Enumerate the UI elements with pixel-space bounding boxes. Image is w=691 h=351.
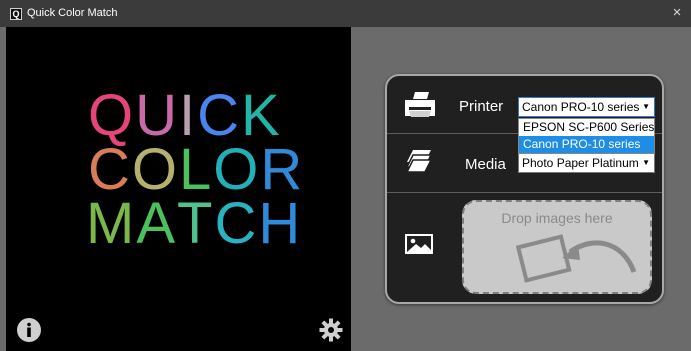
logo-letter: U bbox=[135, 83, 180, 148]
logo-letter: H bbox=[258, 191, 303, 256]
media-label: Media bbox=[465, 156, 506, 173]
logo-letter: I bbox=[179, 83, 198, 148]
logo-letter: T bbox=[177, 191, 215, 256]
chevron-down-icon: ▼ bbox=[642, 158, 650, 167]
photo-drop-icon bbox=[512, 230, 640, 291]
chevron-down-icon: ▼ bbox=[642, 102, 650, 111]
logo-letter: K bbox=[241, 83, 282, 148]
drop-zone-text: Drop images here bbox=[501, 210, 613, 226]
settings-card: Printer Canon PRO-10 series ▼ EPSON SC-P… bbox=[385, 74, 664, 304]
media-select[interactable]: Photo Paper Platinum ▼ bbox=[518, 153, 655, 173]
logo-letter: C bbox=[197, 83, 242, 148]
printer-select-value: Canon PRO-10 series bbox=[522, 100, 640, 114]
logo-letter: Q bbox=[88, 83, 136, 148]
logo-line: MATCH bbox=[86, 191, 303, 256]
printer-select[interactable]: Canon PRO-10 series ▼ bbox=[518, 97, 655, 117]
info-icon[interactable] bbox=[16, 317, 42, 343]
logo-letter: O bbox=[213, 137, 261, 202]
printer-label: Printer bbox=[459, 98, 504, 115]
logo-line: COLOR bbox=[88, 137, 305, 202]
settings-area: Printer Canon PRO-10 series ▼ EPSON SC-P… bbox=[351, 27, 691, 351]
printer-dropdown: EPSON SC-P600 Series Canon PRO-10 series bbox=[518, 118, 655, 154]
image-drop-zone[interactable]: Drop images here bbox=[462, 200, 652, 294]
printer-option-canon[interactable]: Canon PRO-10 series bbox=[519, 136, 654, 153]
logo-letter: R bbox=[260, 137, 305, 202]
paper-stack-icon bbox=[403, 148, 435, 179]
row-divider bbox=[387, 192, 662, 193]
logo-line: QUICK bbox=[88, 83, 282, 148]
logo-letter: C bbox=[214, 191, 259, 256]
app-icon: Q bbox=[10, 8, 22, 20]
logo-letter: O bbox=[131, 137, 180, 202]
image-icon bbox=[404, 233, 434, 260]
media-select-value: Photo Paper Platinum bbox=[522, 156, 639, 170]
logo-letter: L bbox=[179, 137, 214, 202]
gear-icon[interactable] bbox=[319, 318, 343, 342]
printer-option-epson[interactable]: EPSON SC-P600 Series bbox=[519, 119, 654, 136]
close-button[interactable]: × bbox=[669, 5, 685, 21]
logo-letter: A bbox=[136, 191, 178, 256]
logo-letter: C bbox=[88, 137, 132, 202]
title-bar: Q Quick Color Match × bbox=[0, 0, 691, 27]
logo-letter: M bbox=[86, 191, 137, 256]
window-title: Quick Color Match bbox=[27, 7, 118, 19]
logo-panel: QUICK COLOR MATCH bbox=[6, 27, 351, 351]
printer-icon bbox=[403, 90, 437, 123]
